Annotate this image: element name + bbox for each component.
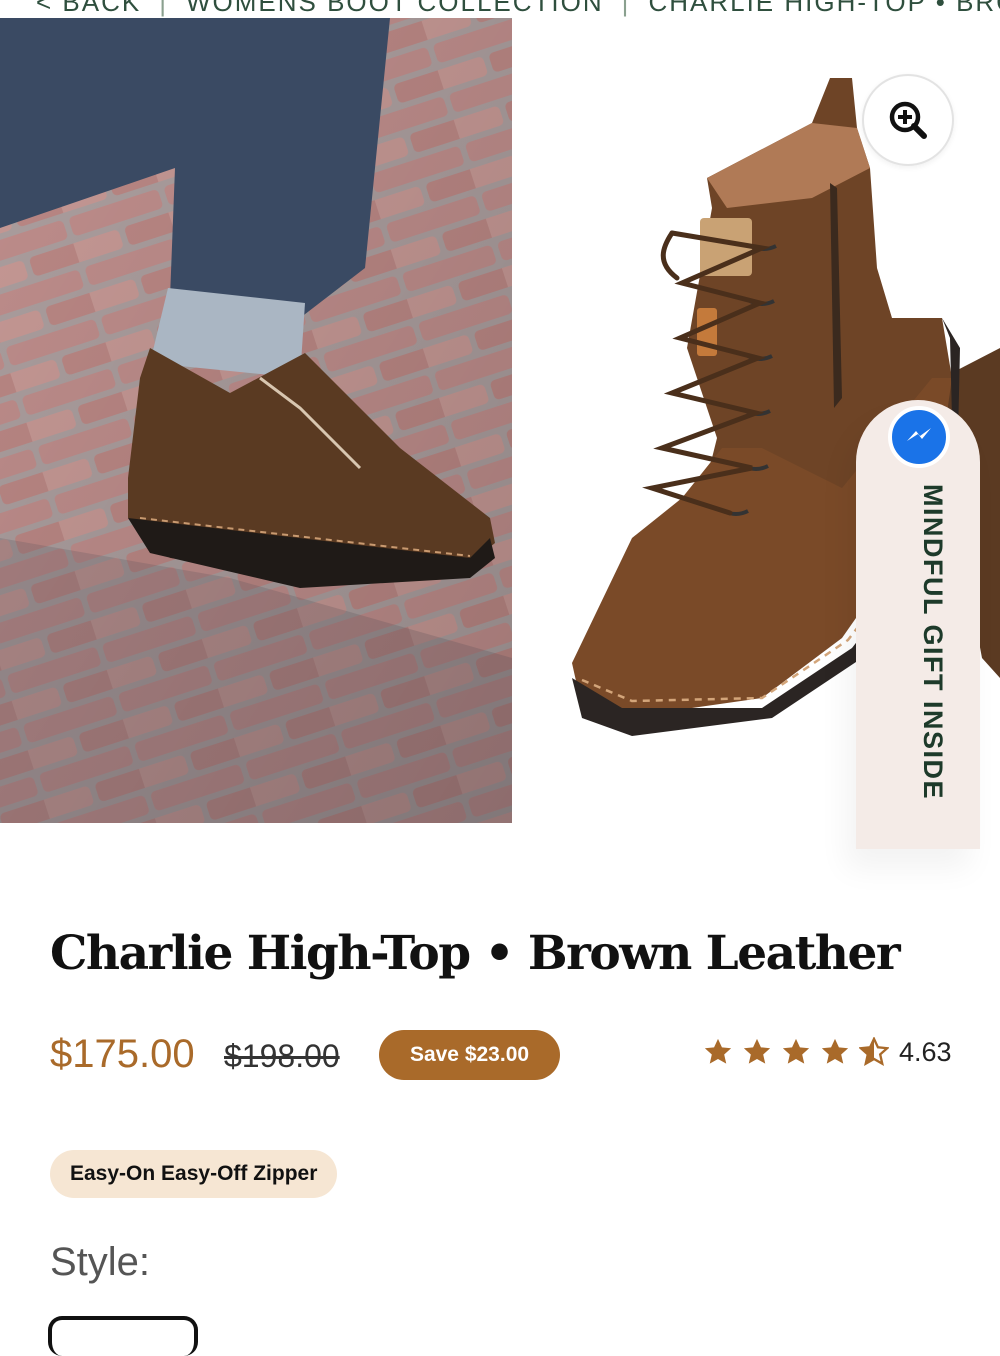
breadcrumb-separator: | xyxy=(621,0,631,17)
breadcrumb-separator: | xyxy=(159,0,168,17)
star-icon xyxy=(698,1036,737,1068)
breadcrumb-back-link[interactable]: < BACK xyxy=(36,0,141,18)
product-rating[interactable]: 4.63 xyxy=(698,1036,952,1068)
gift-tab-label: MINDFUL GIFT INSIDE xyxy=(918,484,948,800)
messenger-icon[interactable] xyxy=(888,406,950,468)
rating-value: 4.63 xyxy=(899,1036,952,1067)
rating-stars xyxy=(698,1036,893,1068)
product-title: Charlie High-Top • Brown Leather xyxy=(50,926,901,981)
style-swatch-selected[interactable] xyxy=(48,1316,198,1356)
lifestyle-photo[interactable] xyxy=(0,18,512,823)
star-icon xyxy=(776,1036,815,1068)
price-row: $175.00 $198.00 Save $23.00 4.63 xyxy=(50,1028,952,1080)
style-label: Style: xyxy=(50,1240,151,1284)
product-gallery[interactable] xyxy=(0,18,1000,823)
star-icon xyxy=(815,1036,854,1068)
feature-chip: Easy-On Easy-Off Zipper xyxy=(50,1150,338,1198)
breadcrumb-current: CHARLIE HIGH-TOP • BROWN LEA... xyxy=(648,0,1000,17)
breadcrumb-collection-link[interactable]: WOMENS BOOT COLLECTION xyxy=(186,0,604,18)
sale-price: $175.00 xyxy=(50,1032,195,1076)
zoom-button[interactable] xyxy=(862,74,954,166)
lifestyle-photo-image xyxy=(0,18,512,823)
mindful-gift-tab[interactable]: MINDFUL GIFT INSIDE xyxy=(856,400,980,849)
star-icon xyxy=(737,1036,776,1068)
breadcrumb: < BACK | WOMENS BOOT COLLECTION | CHARLI… xyxy=(0,0,1000,18)
save-badge: Save $23.00 xyxy=(379,1030,560,1080)
star-icon xyxy=(854,1036,893,1068)
zoom-in-icon xyxy=(886,98,930,142)
compare-at-price: $198.00 xyxy=(224,1038,340,1074)
